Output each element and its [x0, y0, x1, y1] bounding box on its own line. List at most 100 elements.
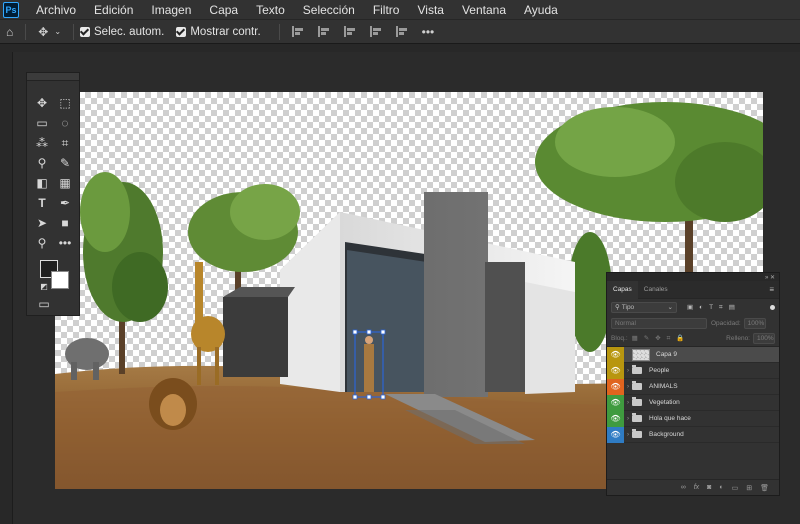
panel-menu-icon[interactable]: ≡ — [769, 285, 779, 294]
expand-arrow-icon[interactable]: › — [624, 368, 632, 374]
layer-row-animals[interactable]: 👁 › ANIMALS — [607, 378, 779, 395]
menu-capa[interactable]: Capa — [200, 3, 247, 17]
crop-tool-icon[interactable]: ⌗ — [56, 135, 74, 151]
layers-tabs: Capas Canales ≡ — [607, 280, 779, 299]
layer-row-background[interactable]: 👁 › Background — [607, 426, 779, 443]
more-tools-icon[interactable]: ••• — [56, 235, 74, 251]
visibility-eye-icon[interactable]: 👁 — [607, 346, 624, 363]
tab-channels[interactable]: Canales — [638, 281, 674, 299]
menu-filtro[interactable]: Filtro — [364, 3, 409, 17]
menu-archivo[interactable]: Archivo — [27, 3, 85, 17]
default-colors-icon[interactable]: ◩ — [35, 278, 53, 294]
path-select-icon[interactable]: ➤ — [33, 215, 51, 231]
auto-select-label: Selec. autom. — [94, 25, 165, 38]
layer-row-vegetation[interactable]: 👁 › Vegetation — [607, 394, 779, 411]
layer-name: Vegetation — [649, 399, 680, 406]
eyedropper-icon[interactable]: ⚲ — [33, 155, 51, 171]
visibility-eye-icon[interactable]: 👁 — [607, 426, 624, 443]
filter-toggle[interactable] — [770, 304, 775, 310]
blend-mode-select[interactable]: Normal — [611, 317, 707, 329]
brush-tool-icon[interactable]: ✎ — [56, 155, 74, 171]
visibility-eye-icon[interactable]: 👁 — [607, 410, 624, 427]
expand-arrow-icon[interactable]: › — [624, 416, 632, 422]
home-icon[interactable]: ⌂ — [0, 25, 19, 39]
align-top-icon[interactable] — [369, 26, 384, 37]
lock-label: Bloq.: — [611, 335, 628, 342]
move-tool-icon[interactable]: ✥ — [32, 25, 54, 39]
pen-tool-icon[interactable]: ✒ — [56, 195, 74, 211]
fill-label: Relleno: — [726, 335, 750, 342]
layers-footer: ∞ fx ◙ ◐ ▭ ⊞ 🗑 — [607, 479, 779, 495]
visibility-eye-icon[interactable]: 👁 — [607, 378, 624, 395]
layer-row-people[interactable]: 👁 › People — [607, 362, 779, 379]
marquee-tool-icon[interactable]: ▭ — [33, 115, 51, 131]
tab-layers[interactable]: Capas — [607, 280, 638, 299]
lasso-tool-icon[interactable]: ◌ — [56, 115, 74, 131]
align-middle-icon[interactable] — [395, 26, 410, 37]
link-icon[interactable]: ∞ — [681, 484, 686, 491]
new-group-icon[interactable]: ▭ — [732, 484, 739, 492]
menu-edicion[interactable]: Edición — [85, 3, 142, 17]
gradient-tool-icon[interactable]: ▦ — [56, 175, 74, 191]
visibility-eye-icon[interactable]: 👁 — [607, 394, 624, 411]
lock-icons[interactable]: ▦✎✥⌗🔒 — [632, 334, 691, 343]
chevron-down-icon[interactable]: ⌄ — [54, 27, 67, 36]
show-transform-checkbox[interactable]: Mostrar contr. — [176, 25, 261, 38]
tools-panel: ✥ ⬚ ▭ ◌ ⁂ ⌗ ⚲ ✎ ◧ ▦ T ✒ ➤ ■ ⚲ ••• ◩ ▭ — [26, 72, 80, 316]
menu-vista[interactable]: Vista — [408, 3, 452, 17]
checkbox-box[interactable] — [176, 26, 187, 37]
layer-name: Hola que hace — [649, 415, 691, 422]
opacity-field[interactable]: 100% — [743, 317, 766, 329]
expand-arrow-icon[interactable]: › — [624, 400, 632, 406]
menu-ventana[interactable]: Ventana — [453, 3, 515, 17]
layer-row-hola-que-hace[interactable]: 👁 › Hola que hace — [607, 410, 779, 427]
layer-row-capa-9[interactable]: 👁 Capa 9 — [607, 346, 779, 363]
align-left-icon[interactable] — [291, 26, 306, 37]
folder-icon — [632, 413, 642, 422]
move-tool-icon[interactable]: ✥ — [33, 95, 51, 111]
filter-icons[interactable]: ▣◐T⌗▤ — [687, 303, 741, 312]
type-tool-icon[interactable]: T — [33, 195, 51, 211]
show-transform-label: Mostrar contr. — [190, 25, 261, 38]
panel-grip[interactable] — [27, 73, 79, 81]
menu-seleccion[interactable]: Selección — [294, 3, 364, 17]
new-layer-icon[interactable]: ⊞ — [746, 484, 752, 492]
trash-icon[interactable]: 🗑 — [760, 484, 769, 492]
adjustment-icon[interactable]: ◐ — [719, 484, 723, 491]
checkbox-box[interactable] — [80, 26, 91, 37]
magic-wand-icon[interactable]: ⁂ — [33, 135, 51, 151]
visibility-eye-icon[interactable]: 👁 — [607, 362, 624, 379]
layer-name: ANIMALS — [649, 383, 678, 390]
layer-name: Background — [649, 431, 684, 438]
menu-ayuda[interactable]: Ayuda — [515, 3, 567, 17]
expand-arrow-icon[interactable]: › — [624, 384, 632, 390]
folder-icon — [632, 397, 642, 406]
filter-value: Tipo — [621, 303, 635, 311]
zoom-tool-icon[interactable]: ⚲ — [33, 235, 51, 251]
fx-icon[interactable]: fx — [694, 484, 699, 491]
collapse-icon[interactable]: » ✕ — [765, 274, 775, 281]
fill-field[interactable]: 100% — [753, 333, 775, 344]
background-color-swatch[interactable] — [51, 271, 69, 289]
screen-mode-icon[interactable]: ▭ — [35, 296, 53, 312]
auto-select-checkbox[interactable]: Selec. autom. — [80, 26, 164, 38]
align-center-icon[interactable] — [317, 26, 332, 37]
layer-name: Capa 9 — [656, 351, 677, 358]
filter-row: ⚲ Tipo ⌄ ▣◐T⌗▤ — [607, 299, 779, 315]
search-icon: ⚲ — [615, 303, 620, 311]
expand-arrow-icon[interactable]: › — [624, 432, 632, 438]
layer-name: People — [649, 367, 670, 374]
eraser-tool-icon[interactable]: ◧ — [33, 175, 51, 191]
menu-texto[interactable]: Texto — [247, 3, 294, 17]
layers-panel: » ✕ Capas Canales ≡ ⚲ Tipo ⌄ ▣◐T⌗▤ Norma… — [606, 272, 780, 496]
artboard-tool-icon[interactable]: ⬚ — [56, 95, 74, 111]
fill-value: 100% — [757, 335, 774, 342]
menu-imagen[interactable]: Imagen — [142, 3, 200, 17]
lock-row: Bloq.: ▦✎✥⌗🔒 Relleno: 100% — [607, 331, 779, 347]
rectangle-tool-icon[interactable]: ■ — [56, 215, 74, 231]
folder-icon — [632, 365, 642, 374]
more-options-icon[interactable]: ••• — [416, 25, 441, 39]
layer-filter-select[interactable]: ⚲ Tipo ⌄ — [611, 301, 677, 313]
mask-icon[interactable]: ◙ — [707, 484, 711, 491]
align-right-icon[interactable] — [343, 26, 358, 37]
